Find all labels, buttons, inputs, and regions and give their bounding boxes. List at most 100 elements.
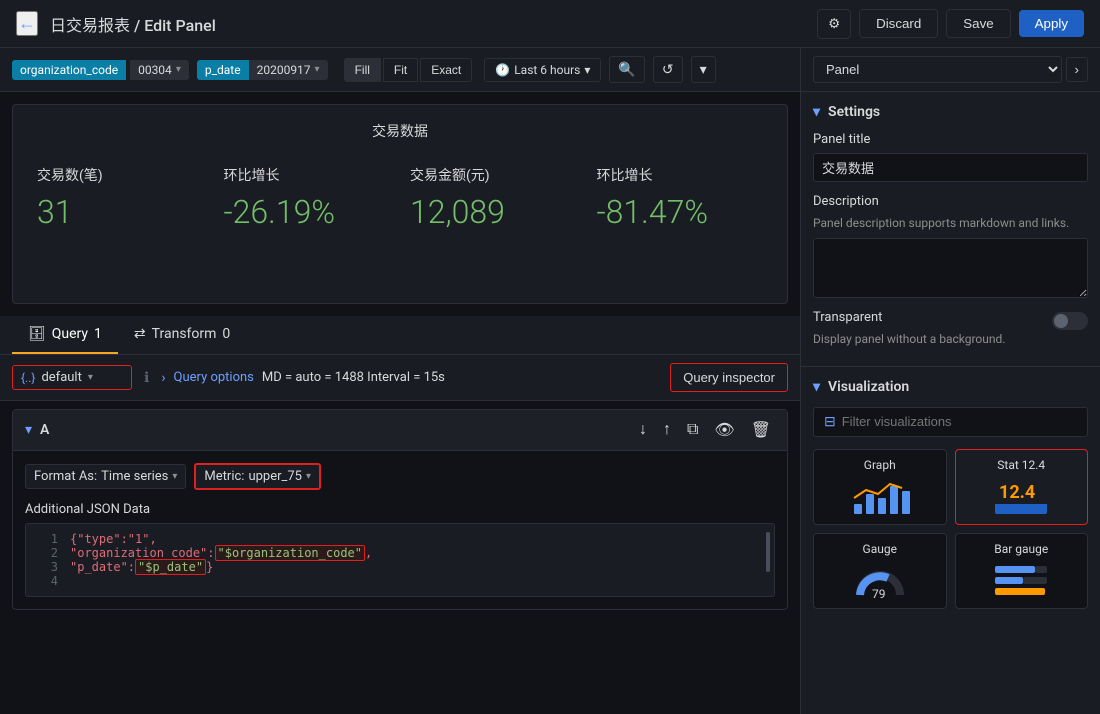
tab-query[interactable]: 🗄 Query 1 [12,316,118,354]
info-button[interactable]: ℹ [140,365,153,390]
format-as-select[interactable]: Format As: Time series ▾ [25,464,186,489]
vis-gauge-label: Gauge [863,542,897,556]
json-line-4: 4 [34,574,766,588]
stat-label-0: 交易数(笔) [37,165,204,185]
description-label: Description [813,194,1088,209]
time-range-picker[interactable]: 🕐 Last 6 hours ▾ [484,58,601,82]
stat-label-2: 交易金额(元) [410,165,577,185]
collapse-icon[interactable]: ▾ [25,422,32,438]
vis-card-graph[interactable]: Graph [813,449,947,525]
tab-transform[interactable]: ⇄ Transform 0 [118,316,246,354]
duplicate-button[interactable]: ⧉ [683,418,702,442]
vis-bar-gauge-label: Bar gauge [994,542,1048,556]
graph-icon [850,476,910,516]
arrow-icon: › [161,370,165,386]
organization-code-label: organization_code [12,60,126,80]
datasource-select[interactable]: {..} default ▾ [12,365,132,390]
vis-filter-input[interactable] [842,414,1077,429]
query-section-a: ▾ A ↓ ↑ ⧉ 👁 🗑 Format As: Time series ▾ [12,409,788,610]
metric-value: upper_75 [248,469,302,484]
discard-button[interactable]: Discard [859,9,938,38]
refresh-button[interactable]: ↺ [653,56,683,83]
exact-button[interactable]: Exact [420,58,472,82]
back-button[interactable]: ← [16,11,38,36]
stats-grid: 交易数(笔) 31 环比增长 -26.19% 交易金额(元) 12,089 环比… [29,157,771,239]
query-section-header: ▾ A ↓ ↑ ⧉ 👁 🗑 [13,410,787,451]
query-format-row: Format As: Time series ▾ Metric: upper_7… [25,463,775,490]
vis-grid: Graph Stat 12.4 [813,449,1088,609]
transparent-toggle[interactable] [1052,312,1088,330]
vis-card-gauge[interactable]: Gauge 79 [813,533,947,609]
settings-arrow-icon: ▾ [813,104,820,120]
vis-graph-label: Graph [864,458,896,472]
json-line-1: 1 {"type":"1", [34,532,766,546]
stat-item-1: 环比增长 -26.19% [224,165,391,231]
stats-panel: 交易数据 交易数(笔) 31 环比增长 -26.19% 交易金额(元) 12,0… [12,104,788,304]
more-button[interactable]: ▾ [691,56,716,83]
visualization-section: ▾ Visualization ⊟ Graph [801,367,1100,621]
format-chevron-icon: ▾ [172,471,177,482]
panel-type-select[interactable]: Panel [813,56,1062,83]
chevron-down-icon-3: ▾ [584,63,590,77]
svg-text:12.4: 12.4 [999,482,1035,503]
toggle-visibility-button[interactable]: 👁 [710,418,738,442]
refresh-icon: ↺ [662,61,674,77]
stat-value-1: -26.19% [224,193,391,231]
transparent-desc: Display panel without a background. [813,331,1044,348]
query-options-meta: MD = auto = 1488 Interval = 15s [262,370,445,385]
filter-icon: ⊟ [824,414,836,430]
settings-button[interactable]: ⚙ [817,9,851,39]
metric-chevron-icon: ▾ [306,471,311,482]
stat-value-3: -81.47% [597,193,764,231]
transparent-row: Transparent Display panel without a back… [813,310,1088,354]
vis-arrow-icon: ▾ [813,379,820,395]
main-layout: organization_code 00304 ▾ p_date 2020091… [0,48,1100,714]
zoom-out-button[interactable]: 🔍 [609,56,644,83]
organization-code-value[interactable]: 00304 ▾ [130,60,189,80]
settings-section-title[interactable]: ▾ Settings [813,104,1088,120]
vis-card-bar-gauge[interactable]: Bar gauge [955,533,1089,609]
stat-value-0: 31 [37,193,204,231]
gauge-icon: 79 [850,560,910,600]
remove-button[interactable]: 🗑 [747,418,775,442]
save-button[interactable]: Save [946,9,1010,38]
expand-button[interactable]: › [1066,57,1088,82]
datasource-chevron-icon: ▾ [88,372,93,383]
additional-json-label: Additional JSON Data [25,502,775,517]
query-inspector-button[interactable]: Query inspector [670,363,788,392]
toggle-thumb [1054,314,1068,328]
query-options-button[interactable]: Query options [174,370,254,385]
visualization-section-title[interactable]: ▾ Visualization [813,379,1088,395]
json-editor[interactable]: 1 {"type":"1", 2 "organization_code":"$o… [25,523,775,597]
chevron-down-icon-2: ▾ [315,64,320,75]
panel-title-input[interactable] [813,153,1088,182]
transform-icon: ⇄ [134,326,146,342]
header-actions: ⚙ Discard Save Apply [817,9,1084,39]
p-date-value[interactable]: 20200917 ▾ [249,60,328,80]
organization-filter: organization_code 00304 ▾ [12,60,189,80]
description-textarea[interactable] [813,238,1088,298]
move-down-button[interactable]: ↓ [635,418,651,442]
vis-card-stat[interactable]: Stat 12.4 12.4 [955,449,1089,525]
stat-item-2: 交易金额(元) 12,089 [410,165,577,231]
section-actions: ↓ ↑ ⧉ 👁 🗑 [635,418,775,442]
fill-button[interactable]: Fill [344,58,381,82]
scrollbar[interactable] [766,532,770,572]
stat-item-3: 环比增长 -81.47% [597,165,764,231]
panel-display-title: 交易数据 [29,121,771,141]
bar-gauge-icon [991,560,1051,600]
json-line-3: 3 "p_date":"$p_date"} [34,560,766,574]
right-panel-header: Panel › [801,48,1100,92]
fit-button[interactable]: Fit [383,58,418,82]
stat-label-1: 环比增长 [224,165,391,185]
gear-icon: ⚙ [828,16,840,32]
vis-stat-label: Stat 12.4 [997,458,1045,472]
clock-icon: 🕐 [495,63,510,77]
move-up-button[interactable]: ↑ [659,418,675,442]
metric-select[interactable]: Metric: upper_75 ▾ [194,463,321,490]
vis-filter[interactable]: ⊟ [813,407,1088,437]
breadcrumb: 日交易报表 / Edit Panel [50,12,817,36]
section-label: A [40,422,49,438]
description-desc: Panel description supports markdown and … [813,215,1088,232]
apply-button[interactable]: Apply [1019,10,1084,37]
